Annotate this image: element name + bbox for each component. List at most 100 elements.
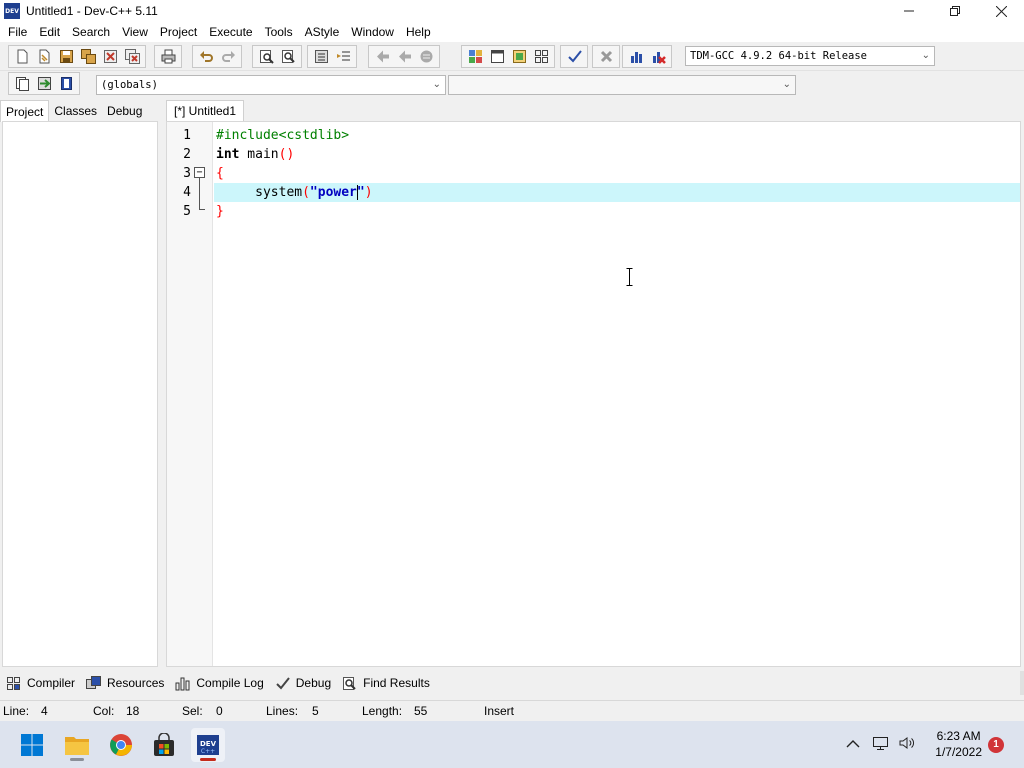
open-file-button[interactable] xyxy=(33,47,55,67)
tab-compile-log[interactable]: Compile Log xyxy=(175,676,264,691)
taskbar-devcpp[interactable]: DEV C++ xyxy=(191,728,225,762)
goto-bookmark-button[interactable] xyxy=(415,47,437,67)
code-line[interactable]: #include<cstdlib> xyxy=(216,126,1020,145)
class-browser-button[interactable] xyxy=(508,47,530,67)
save-button[interactable] xyxy=(55,47,77,67)
stop-toolbar-group xyxy=(592,45,620,68)
check-toolbar-group xyxy=(560,45,588,68)
undo-toolbar-group xyxy=(192,45,242,68)
network-button[interactable] xyxy=(872,735,890,754)
tab-debug-output[interactable]: Debug xyxy=(275,676,331,691)
compiler-select[interactable]: TDM-GCC 4.9.2 64-bit Release ⌄ xyxy=(685,46,935,66)
taskbar-file-explorer[interactable] xyxy=(60,728,94,762)
volume-button[interactable] xyxy=(898,735,916,754)
menu-search[interactable]: Search xyxy=(66,22,116,42)
profile-toolbar-group xyxy=(622,45,672,68)
save-all-button[interactable] xyxy=(77,47,99,67)
project-view-icon xyxy=(468,50,482,63)
code-editor[interactable]: 12345 #include<cstdlib> int main(){ syste… xyxy=(166,121,1021,667)
close-button[interactable] xyxy=(978,0,1024,22)
tile-view-icon xyxy=(534,50,548,63)
tab-compiler[interactable]: Compiler xyxy=(6,676,75,691)
new-file-button[interactable] xyxy=(11,47,33,67)
notification-badge[interactable]: 1 xyxy=(988,737,1004,753)
stop-button[interactable] xyxy=(595,47,617,67)
indent-button[interactable] xyxy=(332,47,354,67)
close-file-button[interactable] xyxy=(99,47,121,67)
status-insert-mode: Insert xyxy=(484,704,515,718)
menu-project[interactable]: Project xyxy=(154,22,203,42)
running-indicator xyxy=(200,758,216,761)
code-line[interactable]: int main() xyxy=(216,145,1020,164)
profile-analysis-button[interactable] xyxy=(625,47,647,67)
left-panel-tabs: Project Classes Debug xyxy=(0,100,160,122)
project-browser[interactable] xyxy=(2,121,158,667)
show-hidden-icons-button[interactable] xyxy=(846,738,860,752)
replace-button[interactable] xyxy=(277,47,299,67)
function-select[interactable]: ⌄ xyxy=(448,75,796,95)
tab-debug[interactable]: Debug xyxy=(102,100,147,122)
status-lines-value: 5 xyxy=(312,704,319,718)
remove-from-project-button[interactable] xyxy=(55,74,77,94)
taskbar-chrome[interactable] xyxy=(104,728,138,762)
scope-select[interactable]: (globals) ⌄ xyxy=(96,75,446,95)
new-project-button[interactable] xyxy=(11,74,33,94)
compiler-icon xyxy=(7,676,20,690)
menu-edit[interactable]: Edit xyxy=(33,22,66,42)
print-button[interactable] xyxy=(157,47,179,67)
status-col-label: Col: xyxy=(93,704,115,718)
add-to-project-button[interactable] xyxy=(33,74,55,94)
undo-button[interactable] xyxy=(195,47,217,67)
code-line[interactable]: system("power") xyxy=(214,183,1020,202)
tab-classes[interactable]: Classes xyxy=(49,100,102,122)
window-view-icon xyxy=(490,50,504,63)
clock-date: 1/7/2022 xyxy=(935,745,982,759)
class-browser-icon xyxy=(512,50,526,63)
line-number: 5 xyxy=(183,204,191,219)
tab-find-results[interactable]: Find Results xyxy=(342,676,430,691)
running-indicator xyxy=(70,758,84,761)
code-token: ) xyxy=(364,185,373,200)
editor-tab-untitled1[interactable]: [*] Untitled1 xyxy=(166,100,245,121)
tile-view-button[interactable] xyxy=(530,47,552,67)
fold-collapse-icon[interactable]: − xyxy=(194,167,205,178)
toggle-comment-button[interactable] xyxy=(310,47,332,67)
code-token: main xyxy=(239,147,279,162)
close-all-button[interactable] xyxy=(121,47,143,67)
volume-icon xyxy=(899,737,914,749)
menu-window[interactable]: Window xyxy=(345,22,400,42)
restore-button[interactable] xyxy=(932,0,978,22)
close-all-icon xyxy=(124,49,140,64)
code-line[interactable]: { xyxy=(216,164,1020,183)
taskbar-clock[interactable]: 6:23 AM 1/7/2022 xyxy=(935,728,982,760)
menu-tools[interactable]: Tools xyxy=(259,22,299,42)
delete-profile-button[interactable] xyxy=(647,47,669,67)
menu-execute[interactable]: Execute xyxy=(203,22,258,42)
line-number: 3 xyxy=(183,166,191,181)
start-button[interactable] xyxy=(15,728,49,762)
project-view-button[interactable] xyxy=(464,47,486,67)
redo-button[interactable] xyxy=(217,47,239,67)
find-button[interactable] xyxy=(255,47,277,67)
minimize-button[interactable] xyxy=(886,0,932,22)
tab-resources[interactable]: Resources xyxy=(86,675,164,691)
windows-taskbar: DEV C++ 6:23 AM 1/7/2022 1 xyxy=(0,721,1024,768)
previous-page-button[interactable] xyxy=(371,47,393,67)
next-page-button[interactable] xyxy=(393,47,415,67)
code-token: #include<cstdlib> xyxy=(216,128,350,143)
chrome-icon xyxy=(110,734,132,756)
menu-help[interactable]: Help xyxy=(400,22,437,42)
menu-file[interactable]: File xyxy=(2,22,33,42)
panel-splitter[interactable] xyxy=(1020,671,1024,695)
taskbar-store[interactable] xyxy=(147,728,181,762)
code-token: { xyxy=(216,166,224,181)
menu-astyle[interactable]: AStyle xyxy=(299,22,346,42)
line-number: 2 xyxy=(183,147,191,162)
devcpp-app-icon[interactable]: DEV xyxy=(4,3,20,19)
tab-project[interactable]: Project xyxy=(0,100,50,122)
window-view-button[interactable] xyxy=(486,47,508,67)
check-syntax-button[interactable] xyxy=(563,47,585,67)
code-line[interactable]: } xyxy=(216,202,1020,221)
menu-view[interactable]: View xyxy=(116,22,154,42)
code-token: } xyxy=(216,204,224,219)
